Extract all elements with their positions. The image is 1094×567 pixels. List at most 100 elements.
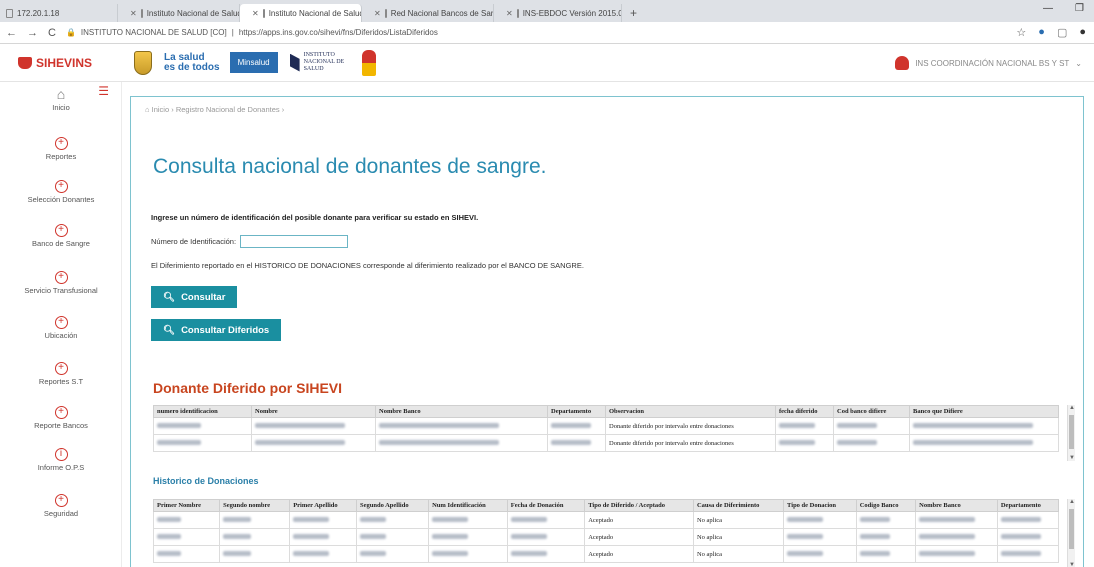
redacted-value [787, 550, 824, 556]
sidebar-item-ubicacion[interactable]: + Ubicación [0, 316, 122, 340]
column-header[interactable]: Codigo Banco [855, 499, 917, 512]
table-row[interactable]: Donante diferido por intervalo entre don… [153, 434, 1059, 452]
column-header[interactable]: Observacion [605, 405, 776, 418]
close-icon[interactable]: ✕ [252, 9, 259, 18]
minimize-icon[interactable]: — [1043, 3, 1053, 14]
browser-tab-active[interactable]: ✕ Instituto Nacional de Salud [240, 4, 362, 22]
scroll-down-icon[interactable]: ▼ [1068, 562, 1076, 567]
scroll-thumb[interactable] [1069, 415, 1074, 449]
lock-icon: 🔒 [65, 28, 76, 37]
column-header[interactable]: Tipo de Donacion [783, 499, 857, 512]
sidebar-item-reporte-bancos[interactable]: + Reporte Bancos [0, 406, 122, 430]
column-header[interactable]: Nombre [251, 405, 376, 418]
user-menu[interactable]: INS COORDINACIÓN NACIONAL BS Y ST ⌄ [895, 56, 1082, 70]
section-title-diferido: Donante Diferido por SIHEVI [153, 380, 343, 396]
chevron-down-icon: ⌄ [1075, 58, 1082, 68]
mascot-logo [362, 49, 377, 76]
sidebar-item-reportes[interactable]: + Reportes [0, 137, 122, 161]
observacion-cell: Donante diferido por intervalo entre don… [605, 417, 776, 435]
browser-tab[interactable]: ✕ Instituto Nacional de Salud [118, 4, 240, 22]
extension-icon[interactable]: ● [1038, 26, 1045, 39]
page-title: Consulta nacional de donantes de sangre. [153, 155, 547, 178]
id-number-input[interactable] [240, 235, 349, 248]
column-header[interactable]: Num Identificación [428, 499, 508, 512]
column-header[interactable]: Cod banco difiere [833, 405, 910, 418]
redacted-value [1000, 550, 1041, 556]
plus-circle-icon: + [54, 494, 68, 507]
new-tab-icon[interactable]: + [622, 4, 645, 22]
page-icon [140, 8, 143, 18]
drop-icon [18, 56, 32, 69]
main-panel: ⌂ Inicio › Registro Nacional de Donantes… [130, 96, 1084, 567]
scroll-down-icon[interactable]: ▼ [1068, 455, 1076, 461]
column-header[interactable]: Causa de Diferimiento [692, 499, 785, 512]
browser-tab[interactable]: ✕INS-EBDOC Versión 2015.00.0✕ [494, 4, 622, 22]
sidebar-item-servicio-transfusional[interactable]: + Servicio Transfusional [0, 271, 122, 295]
column-header[interactable]: Primer Nombre [152, 499, 221, 512]
close-icon[interactable]: ✕ [374, 9, 381, 18]
browser-tab[interactable]: ✕Red Nacional Bancos de Sangre [362, 4, 494, 22]
tipo-cell: Aceptado [584, 545, 694, 563]
plus-circle-icon: + [54, 316, 68, 329]
redacted-value [223, 533, 252, 539]
close-icon[interactable]: ✕ [130, 9, 137, 18]
column-header[interactable]: Departamento [996, 499, 1060, 512]
causa-cell: No aplica [692, 545, 785, 563]
redacted-value [779, 422, 815, 428]
column-header[interactable]: Banco que Difiere [909, 405, 1059, 418]
salud-logo: La salud es de todos [164, 51, 220, 73]
column-header[interactable]: Fecha de Donación [506, 499, 586, 512]
reload-icon[interactable]: C [48, 27, 56, 39]
sidebar-item-banco-de-sangre[interactable]: + Banco de Sangre [0, 224, 122, 248]
consultar-diferidos-button[interactable]: 🔍︎ Consultar Diferidos [151, 319, 282, 341]
breadcrumb-current: Registro Nacional de Donantes [175, 105, 280, 114]
site-identity: INSTITUTO NACIONAL DE SALUD [CO] [80, 28, 227, 37]
table-row[interactable]: Aceptado No aplica [152, 528, 1060, 546]
redacted-value [837, 422, 877, 428]
column-header[interactable]: Segundo Apellido [355, 499, 430, 512]
url-field[interactable]: 🔒 INSTITUTO NACIONAL DE SALUD [CO] | htt… [66, 28, 438, 37]
consultar-button[interactable]: 🔍︎ Consultar [151, 286, 238, 308]
browser-tab[interactable]: 172.20.1.18 [0, 4, 118, 22]
id-field-row: Número de Identificación: [151, 235, 349, 248]
redacted-value [432, 550, 469, 556]
column-header[interactable]: Nombre Banco [915, 499, 998, 512]
brand-logo[interactable]: SIHEVINS [0, 56, 120, 70]
column-header[interactable]: fecha diferido [775, 405, 834, 418]
table-row[interactable]: Aceptado No aplica [152, 511, 1060, 529]
minsalud-logo: Minsalud [229, 52, 278, 73]
column-header[interactable]: Primer Apellido [289, 499, 357, 512]
sidebar-item-seguridad[interactable]: + Seguridad [0, 494, 122, 518]
redacted-value [293, 516, 330, 522]
column-header[interactable]: numero identificacion [153, 405, 252, 418]
scroll-up-icon[interactable]: ▲ [1068, 405, 1076, 411]
sidebar-item-seleccion-donantes[interactable]: + Selección Donantes [0, 180, 122, 204]
redacted-value [359, 516, 386, 522]
scroll-up-icon[interactable]: ▲ [1068, 499, 1076, 505]
scroll-thumb[interactable] [1069, 509, 1074, 549]
browser-tab-bar: 172.20.1.18 ✕ Instituto Nacional de Salud… [0, 0, 1094, 22]
redacted-value [359, 533, 386, 539]
menu-icon[interactable]: ▢ [1057, 26, 1067, 39]
sidebar-item-inicio[interactable]: ⌂ Inicio [0, 87, 122, 112]
redacted-value [919, 533, 976, 539]
column-header[interactable]: Departamento [547, 405, 606, 418]
table-row[interactable]: Donante diferido por intervalo entre don… [153, 417, 1059, 435]
sidebar-item-informe-ops[interactable]: i Informe O.P.S [0, 448, 122, 472]
star-icon[interactable]: ☆ [1016, 26, 1026, 39]
maximize-icon[interactable]: ❐ [1075, 3, 1084, 14]
forward-icon[interactable]: → [27, 27, 38, 39]
close-icon[interactable]: ✕ [506, 9, 513, 18]
redacted-value [255, 422, 345, 428]
back-icon[interactable]: ← [6, 27, 17, 39]
column-header[interactable]: Segundo nombre [219, 499, 291, 512]
table-row[interactable]: Aceptado No aplica [152, 545, 1060, 563]
table2-scrollbar[interactable]: ▲ ▼ [1067, 499, 1075, 567]
window-controls: — ❐ [1043, 3, 1084, 14]
column-header[interactable]: Tipo de Diferido / Aceptado [584, 499, 694, 512]
column-header[interactable]: Nombre Banco [375, 405, 548, 418]
table1-scrollbar[interactable]: ▲ ▼ [1067, 405, 1075, 461]
sidebar-item-reportes-st[interactable]: + Reportes S.T [0, 362, 122, 386]
profile-icon[interactable]: ● [1079, 26, 1086, 39]
breadcrumb-home-link[interactable]: Inicio [152, 105, 170, 114]
